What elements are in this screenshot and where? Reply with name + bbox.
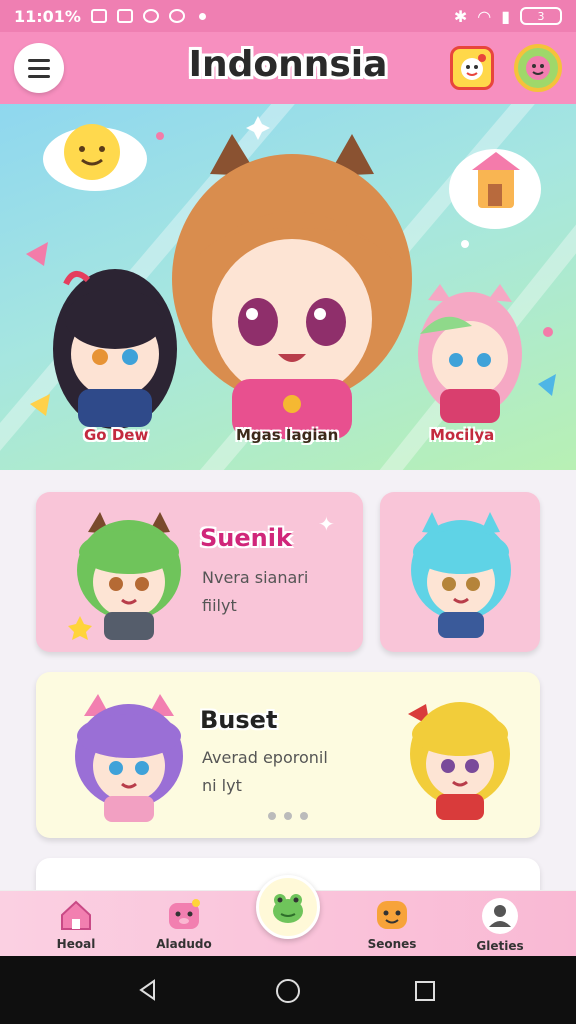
character-card[interactable]: Suenik Nvera sianari fiilyt ✦ — [36, 492, 363, 652]
hero-character-label: Mgas Iagian — [236, 426, 339, 444]
card-subtitle: Nvera sianari — [202, 568, 309, 587]
house-bubble-icon — [449, 149, 541, 229]
pager-dot[interactable] — [300, 812, 308, 820]
recent-apps-icon[interactable] — [414, 980, 436, 1002]
nav-item-scenes[interactable]: Seones — [352, 897, 432, 951]
nav-item-characters[interactable]: Aladudo — [144, 897, 224, 951]
carousel-pager[interactable] — [268, 812, 308, 820]
pager-dot[interactable] — [284, 812, 292, 820]
gift-icon — [461, 54, 486, 80]
sun-cloud-icon — [43, 124, 147, 191]
card-title: Suenik — [200, 524, 292, 552]
notification-icon — [90, 9, 107, 23]
nav-item-profile[interactable]: Gleties — [460, 897, 540, 953]
character-card-avatar-secondary — [408, 702, 510, 820]
card-tag: fiilyt — [202, 596, 237, 615]
gift-button[interactable] — [450, 46, 494, 90]
bluetooth-icon: ✱ — [453, 6, 468, 26]
status-bar: 11:01% ✱ ◠ ▮ 3 — [0, 0, 576, 32]
home-icon — [61, 900, 91, 930]
character-card-avatar — [411, 512, 511, 638]
character-right-figure — [418, 284, 522, 423]
battery-icon: 3 — [520, 7, 562, 25]
hero-illustration — [0, 104, 576, 470]
signal-icon: ▮ — [501, 6, 510, 26]
sparkle-icon: ✦ — [318, 512, 335, 536]
wifi-icon: ◠ — [477, 6, 492, 26]
card-title: Buset — [200, 706, 278, 734]
nav-item-home[interactable]: Heoal — [36, 897, 116, 951]
card-tag: ni lyt — [202, 776, 242, 795]
card-subtitle: Averad eporonil — [202, 748, 328, 767]
home-circle-icon[interactable] — [275, 978, 301, 1004]
character-left-figure — [53, 269, 177, 429]
image-notification-icon — [116, 9, 133, 23]
bottom-navigation: Heoal Aladudo Seones Gleties — [0, 875, 576, 956]
pig-character-icon — [169, 899, 200, 929]
hero-character-label: Mocilya — [430, 426, 495, 444]
user-profile-icon — [482, 898, 518, 934]
nav-label: Heoal — [56, 937, 96, 951]
frog-icon — [273, 894, 303, 923]
back-icon[interactable] — [136, 978, 160, 1002]
hero-character-label: Go Dew — [84, 426, 149, 444]
nav-label: Seones — [367, 937, 417, 951]
profile-avatar-button[interactable] — [514, 44, 562, 92]
character-card-avatar — [75, 694, 183, 822]
status-time: 11:01% — [14, 6, 81, 26]
media-notification-icon — [168, 9, 185, 23]
avatar-icon — [526, 56, 550, 80]
settings-notification-icon — [142, 9, 159, 23]
hero-banner[interactable]: Go Dew Mgas Iagian Mocilya — [0, 104, 576, 470]
app-header: Indonnsia — [0, 32, 576, 104]
character-card[interactable]: Buset Averad eporonil ni lyt — [36, 672, 540, 838]
nav-center-button[interactable] — [256, 875, 320, 939]
nav-label: Aladudo — [156, 937, 212, 951]
nav-label: Gleties — [476, 939, 524, 953]
smile-face-icon — [377, 901, 407, 929]
character-card-small[interactable] — [380, 492, 540, 652]
character-card-avatar — [68, 512, 181, 640]
pager-dot[interactable] — [268, 812, 276, 820]
more-notifications-icon — [198, 12, 206, 20]
system-navigation-bar — [0, 956, 576, 1024]
